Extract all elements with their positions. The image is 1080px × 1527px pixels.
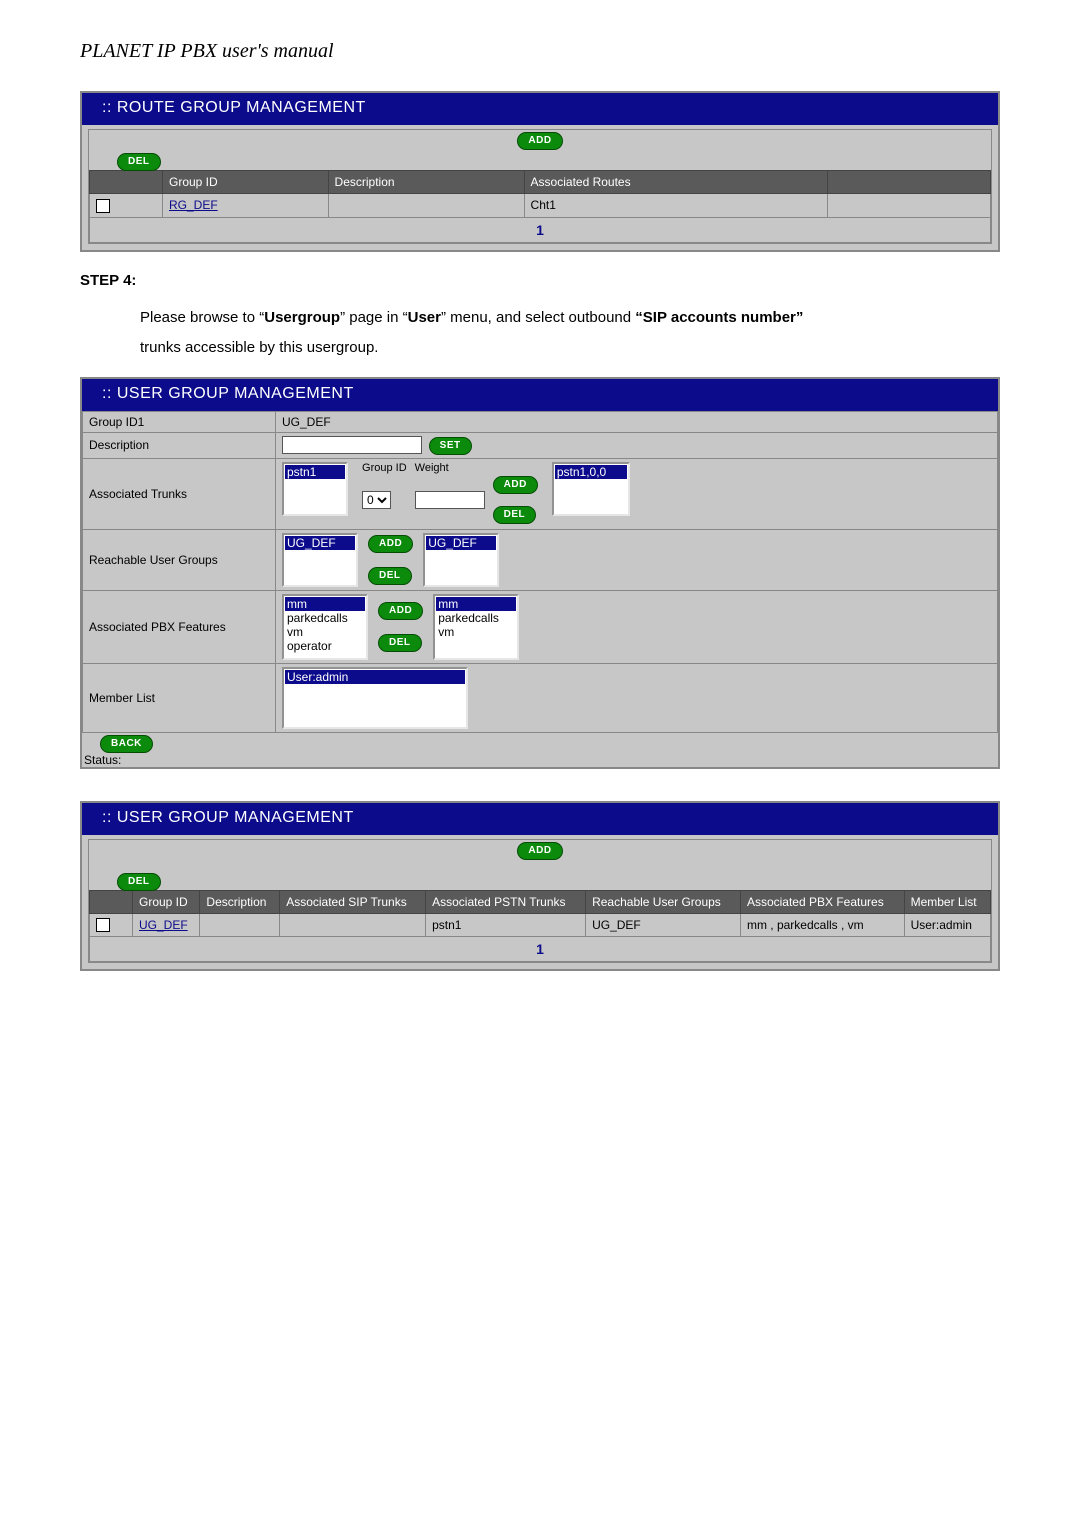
row-description [200, 913, 280, 937]
label-member-list: Member List [83, 663, 276, 732]
row-members: User:admin [904, 913, 990, 937]
row-pstn-trunks: pstn1 [426, 913, 586, 937]
col-group-id-inline: Group ID [358, 462, 411, 474]
manual-title: PLANET IP PBX user's manual [80, 40, 1000, 63]
col-pbx: Associated PBX Features [740, 890, 904, 913]
row-description [328, 194, 524, 218]
col-assoc-routes: Associated Routes [524, 171, 827, 194]
pbx-del-button[interactable]: DEL [378, 634, 422, 652]
row-assoc-routes: Cht1 [524, 194, 827, 218]
step-label: STEP 4: [80, 272, 1000, 289]
step-text: Please browse to “Usergroup” page in “Us… [140, 303, 1000, 363]
trunks-del-button[interactable]: DEL [493, 506, 537, 524]
rug-del-button[interactable]: DEL [368, 567, 412, 585]
label-reachable-groups: Reachable User Groups [83, 529, 276, 590]
label-assoc-pbx: Associated PBX Features [83, 590, 276, 663]
member-list-box[interactable]: User:admin [282, 667, 468, 729]
set-button[interactable]: SET [429, 437, 472, 455]
route-add-bar: ADD [89, 130, 991, 152]
table-row: UG_DEF pstn1 UG_DEF mm , parkedcalls , v… [90, 913, 991, 937]
route-group-panel: :: ROUTE GROUP MANAGEMENT ADD DEL Group … [80, 91, 1000, 252]
route-pager[interactable]: 1 [89, 218, 991, 243]
description-input[interactable] [282, 436, 422, 454]
col-sip-trunks: Associated SIP Trunks [280, 890, 426, 913]
trunks-add-button[interactable]: ADD [493, 476, 538, 494]
add-button[interactable]: ADD [517, 132, 562, 150]
ugl-add-bar: ADD [89, 840, 991, 862]
trunks-right-list[interactable]: pstn1,0,0 [552, 462, 630, 516]
rug-right-list[interactable]: UG_DEF [423, 533, 499, 587]
trunks-left-list[interactable]: pstn1 [282, 462, 348, 516]
status-label: Status: [82, 753, 998, 767]
pbx-right-list[interactable]: mm parkedcalls vm [433, 594, 519, 660]
label-description: Description [83, 432, 276, 458]
user-group-list-header: :: USER GROUP MANAGEMENT [82, 803, 998, 835]
col-description: Description [200, 890, 280, 913]
add-button[interactable]: ADD [517, 842, 562, 860]
weight-input[interactable] [415, 491, 485, 509]
rug-add-button[interactable]: ADD [368, 535, 413, 553]
row-checkbox[interactable] [96, 918, 110, 932]
label-assoc-trunks: Associated Trunks [83, 458, 276, 529]
row-reachable: UG_DEF [586, 913, 741, 937]
group-id-link[interactable]: UG_DEF [139, 918, 188, 932]
route-group-header: :: ROUTE GROUP MANAGEMENT [82, 93, 998, 125]
rug-left-list[interactable]: UG_DEF [282, 533, 358, 587]
group-id-select[interactable]: 0 [362, 491, 391, 509]
user-group-form: Group ID1 UG_DEF Description SET Associa… [82, 411, 998, 733]
col-pstn-trunks: Associated PSTN Trunks [426, 890, 586, 913]
col-group-id: Group ID [133, 890, 200, 913]
row-checkbox[interactable] [96, 199, 110, 213]
route-table: Group ID Description Associated Routes R… [89, 170, 991, 218]
pbx-add-button[interactable]: ADD [378, 602, 423, 620]
pbx-left-list[interactable]: mm parkedcalls vm operator [282, 594, 368, 660]
row-sip-trunks [280, 913, 426, 937]
col-description: Description [328, 171, 524, 194]
back-button[interactable]: BACK [100, 735, 153, 753]
user-group-list-panel: :: USER GROUP MANAGEMENT ADD DEL Group I… [80, 801, 1000, 972]
del-button[interactable]: DEL [117, 873, 161, 891]
user-group-form-header: :: USER GROUP MANAGEMENT [82, 379, 998, 411]
row-pbx: mm , parkedcalls , vm [740, 913, 904, 937]
col-group-id: Group ID [163, 171, 329, 194]
label-group-id: Group ID1 [83, 411, 276, 432]
col-members: Member List [904, 890, 990, 913]
group-id-link[interactable]: RG_DEF [169, 198, 218, 212]
value-group-id: UG_DEF [276, 411, 998, 432]
del-button[interactable]: DEL [117, 153, 161, 171]
user-group-form-panel: :: USER GROUP MANAGEMENT Group ID1 UG_DE… [80, 377, 1000, 769]
ugl-pager[interactable]: 1 [89, 937, 991, 962]
col-weight-inline: Weight [411, 462, 489, 474]
table-row: RG_DEF Cht1 [90, 194, 991, 218]
user-group-table: Group ID Description Associated SIP Trun… [89, 890, 991, 938]
col-reachable: Reachable User Groups [586, 890, 741, 913]
